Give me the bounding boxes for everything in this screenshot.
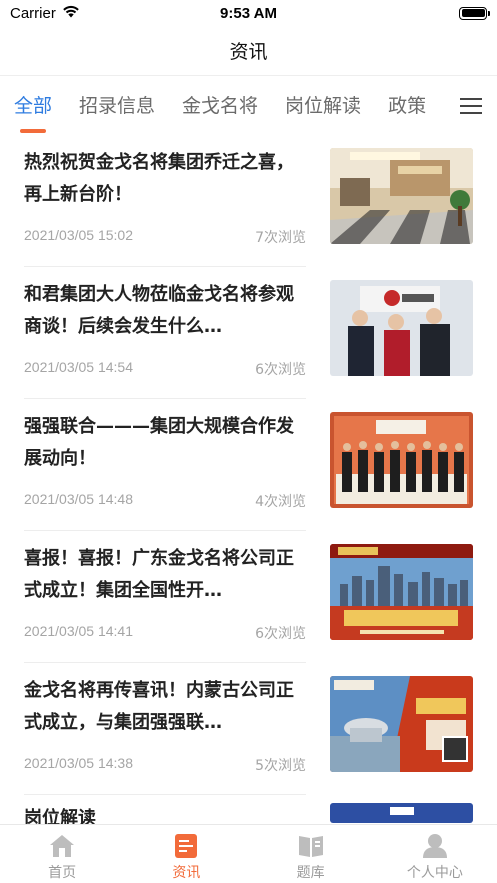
- status-right: [459, 6, 490, 20]
- article-thumbnail: [330, 412, 473, 508]
- tabbar-label: 个人中心: [406, 865, 463, 881]
- article-date: 2021/03/05 14:38: [24, 755, 133, 771]
- tab-recruitment[interactable]: 招录信息: [79, 77, 155, 135]
- article-views: 6次浏览: [255, 626, 306, 642]
- article-thumbnail: [330, 544, 473, 640]
- article-thumbnail: [330, 148, 473, 244]
- tabbar-news[interactable]: 资讯: [124, 825, 248, 882]
- tab-policy[interactable]: 政策: [388, 77, 426, 135]
- battery-icon: [459, 6, 490, 20]
- carrier-label: Carrier: [10, 4, 56, 22]
- article-title: 热烈祝贺金戈名将集团乔迁之喜，再上新台阶！: [24, 152, 294, 205]
- page-title: 资讯: [229, 41, 268, 63]
- article-date: 2021/03/05 14:54: [24, 359, 133, 375]
- article-item[interactable]: 热烈祝贺金戈名将集团乔迁之喜，再上新台阶！ 2021/03/05 15:02 7…: [24, 135, 473, 267]
- tabbar-home[interactable]: 首页: [0, 825, 124, 882]
- article-thumbnail: [330, 676, 473, 772]
- article-date: 2021/03/05 14:41: [24, 623, 133, 639]
- article-title: 金戈名将再传喜讯！内蒙古公司正式成立，与集团强强联…: [24, 680, 294, 733]
- article-title: 和君集团大人物莅临金戈名将参观商谈！后续会发生什么…: [24, 284, 294, 337]
- article-title: 喜报！喜报！广东金戈名将公司正式成立！集团全国性开…: [24, 548, 294, 601]
- tabbar-label: 资讯: [172, 865, 201, 881]
- article-list: 热烈祝贺金戈名将集团乔迁之喜，再上新台阶！ 2021/03/05 15:02 7…: [0, 135, 497, 835]
- article-date: 2021/03/05 14:48: [24, 491, 133, 507]
- wifi-icon: [62, 5, 80, 22]
- article-views: 5次浏览: [255, 758, 306, 774]
- article-thumbnail: [330, 280, 473, 376]
- article-date: 2021/03/05 15:02: [24, 227, 133, 243]
- person-icon: [421, 832, 449, 860]
- news-icon: [172, 832, 200, 860]
- article-views: 4次浏览: [255, 494, 306, 510]
- tabbar-label: 题库: [296, 865, 325, 881]
- nav-bar: 资讯: [0, 26, 497, 76]
- tab-list: 全部 招录信息 金戈名将 岗位解读 政策: [0, 77, 440, 135]
- tabbar-profile[interactable]: 个人中心: [373, 825, 497, 882]
- tab-post-interpretation[interactable]: 岗位解读: [285, 77, 361, 135]
- bottom-tab-bar: 首页 资讯 题库 个人中心: [0, 824, 497, 883]
- tab-jinge[interactable]: 金戈名将: [182, 77, 258, 135]
- home-icon: [48, 832, 76, 860]
- article-thumbnail: [330, 803, 473, 823]
- status-left: Carrier: [10, 5, 80, 22]
- article-title: 强强联合———集团大规模合作发展动向！: [24, 416, 294, 469]
- article-item[interactable]: 金戈名将再传喜讯！内蒙古公司正式成立，与集团强强联… 2021/03/05 14…: [24, 663, 473, 795]
- article-views: 7次浏览: [255, 230, 306, 246]
- tab-all[interactable]: 全部: [14, 77, 52, 135]
- tabbar-question-bank[interactable]: 题库: [249, 825, 373, 882]
- tab-menu-button[interactable]: [445, 77, 497, 135]
- book-icon: [297, 832, 325, 860]
- category-tabs: 全部 招录信息 金戈名将 岗位解读 政策: [0, 77, 497, 135]
- article-item[interactable]: 强强联合———集团大规模合作发展动向！ 2021/03/05 14:48 4次浏…: [24, 399, 473, 531]
- article-item[interactable]: 和君集团大人物莅临金戈名将参观商谈！后续会发生什么… 2021/03/05 14…: [24, 267, 473, 399]
- tabbar-label: 首页: [48, 865, 77, 881]
- article-item[interactable]: 喜报！喜报！广东金戈名将公司正式成立！集团全国性开… 2021/03/05 14…: [24, 531, 473, 663]
- article-views: 6次浏览: [255, 362, 306, 378]
- menu-icon: [460, 98, 482, 114]
- status-bar: Carrier 9:53 AM: [0, 0, 497, 26]
